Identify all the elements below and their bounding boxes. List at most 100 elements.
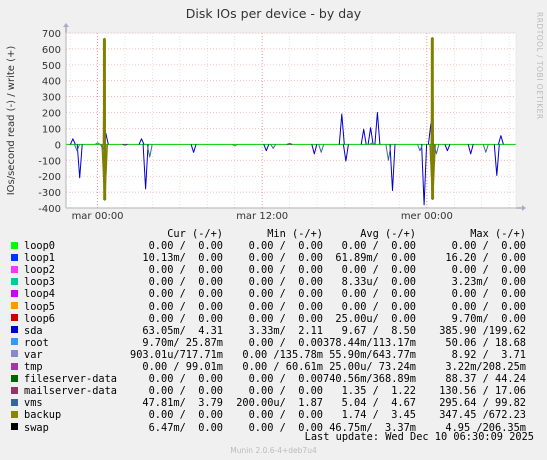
backup-spike-bar [431, 144, 435, 200]
legend-min-value: 0.00 / 0.00 [248, 409, 323, 422]
legend-min-value: 0.00 / 0.00 [248, 312, 323, 325]
legend-avg-value: 5.04 / 4.67 [341, 397, 416, 410]
legend-color-swatch [11, 277, 18, 285]
legend-min-value: 0.00 / 0.00 [248, 373, 323, 386]
legend-max-value: 295.64 / 99.82 [439, 397, 526, 410]
legend-header-avg: Avg (-/+) [360, 228, 416, 240]
legend-cur-value: 0.00 / 0.00 [148, 276, 223, 289]
legend-avg-value: 61.89m/ 0.00 [335, 252, 416, 265]
legend-min-value: 3.33m/ 2.11 [248, 324, 323, 337]
legend-row: mailserver-data 0.00 / 0.00 0.00 / 0.00 1.3… [11, 385, 526, 397]
legend-min-value: 0.00 / 60.61m [242, 361, 323, 374]
legend-series-label: loop1 [24, 252, 55, 265]
legend-series-name: root [11, 337, 123, 349]
legend-color-swatch [11, 265, 18, 273]
legend-row: loop5 0.00 / 0.00 0.00 / 0.00 0.00 / 0.00 0.… [11, 301, 526, 313]
legend-cur-value: 903.01u/717.71m [130, 348, 223, 361]
legend-max-value: 0.00 / 0.00 [451, 288, 526, 301]
legend-series-name: backup [11, 409, 123, 421]
legend-cur-value: 0.00 / 0.00 [148, 409, 223, 422]
legend-cur-value: 0.00 / 0.00 [148, 300, 223, 313]
legend-min-value: 0.00 / 0.00 [248, 300, 323, 313]
last-update-text: Last update: Wed Dec 10 06:30:09 2025 [304, 431, 534, 443]
legend-color-swatch [11, 289, 18, 297]
legend-cur-value: 0.00 / 0.00 [148, 288, 223, 301]
legend-series-label: loop6 [24, 312, 55, 325]
legend-cur-value: 6.47m/ 0.00 [148, 421, 223, 434]
y-tick-label: -400 [38, 204, 61, 215]
legend-series-label: loop4 [24, 288, 55, 301]
legend-series-label: loop0 [24, 240, 55, 253]
legend-cur-value: 47.81m/ 3.79 [142, 397, 223, 410]
legend-cur-value: 63.05m/ 4.31 [142, 324, 223, 337]
legend-series-name: loop2 [11, 264, 123, 276]
legend-avg-value: 740.56m/368.89m [323, 373, 416, 386]
legend-avg-value: 1.74 / 3.45 [341, 409, 416, 422]
y-tick-label: -200 [38, 172, 61, 183]
legend-avg-value: 0.00 / 0.00 [341, 300, 416, 313]
legend-min-value: 0.00 / 0.00 [248, 288, 323, 301]
legend-avg-value: 0.00 / 0.00 [341, 264, 416, 277]
y-tick-label: 400 [42, 77, 61, 88]
chart-svg: -400 -300 -200 -100 0 100 200 300 400 500 600 700 ma… [6, 23, 526, 222]
legend-min-value: 0.00 / 0.00 [248, 240, 323, 253]
legend-color-swatch [11, 386, 18, 394]
legend-series-label: vms [24, 397, 43, 410]
legend-avg-value: 9.67 / 8.50 [341, 324, 416, 337]
legend-min-value: 0.00 /135.78m [242, 348, 323, 361]
legend-color-swatch [11, 314, 18, 322]
legend-min-value: 200.00u/ 1.87 [236, 397, 323, 410]
x-tick-label: mar 12:00 [236, 211, 288, 222]
legend-cur-value: 0.00 / 99.01m [142, 361, 223, 374]
legend-color-swatch [11, 374, 18, 382]
legend-avg-value: 378.44m/113.17m [323, 336, 416, 349]
legend-color-swatch [11, 253, 18, 261]
plot-area [66, 33, 516, 208]
legend-series-label: loop2 [24, 264, 55, 277]
y-tick-label: 0 [55, 140, 61, 151]
legend-series-name: swap [11, 422, 123, 434]
legend-cur-value: 0.00 / 0.00 [148, 385, 223, 398]
legend-cur-value: 9.70m/ 25.87m [142, 336, 223, 349]
legend-series-name: vms [11, 397, 123, 409]
legend-series-label: var [24, 348, 43, 361]
legend-series-name: fileserver-data [11, 373, 123, 385]
legend-max-value: 347.45 /672.23 [439, 409, 526, 422]
legend-cur-value: 0.00 / 0.00 [148, 264, 223, 277]
legend-avg-value: 55.90m/643.77m [329, 348, 416, 361]
legend-max-value: 3.22m/208.25m [445, 361, 526, 374]
legend-cur-value: 0.00 / 0.00 [148, 240, 223, 253]
legend-color-swatch [11, 362, 18, 370]
legend-header-blank [11, 228, 123, 240]
legend-series-name: loop3 [11, 276, 123, 288]
legend-cur-value: 10.13m/ 0.00 [142, 252, 223, 265]
backup-spike-bar [430, 37, 434, 145]
legend-max-value: 50.06 / 18.68 [445, 336, 526, 349]
legend-max-value: 8.92 / 3.71 [451, 348, 526, 361]
x-tick-label: mar 00:00 [72, 211, 124, 222]
legend-avg-value: 0.00 / 0.00 [341, 288, 416, 301]
legend-series-name: loop0 [11, 240, 123, 252]
legend-row: var 903.01u/717.71m 0.00 /135.78m 55.90m/64… [11, 349, 526, 361]
legend-min-value: 0.00 / 0.00 [248, 264, 323, 277]
legend-header-min: Min (-/+) [267, 228, 323, 240]
legend-series-name: tmp [11, 361, 123, 373]
legend-series-name: sda [11, 325, 123, 337]
legend-row: loop6 0.00 / 0.00 0.00 / 0.00 25.00u/ 0.00 9… [11, 313, 526, 325]
legend-max-value: 3.23m/ 0.00 [451, 276, 526, 289]
legend-avg-value: 1.35 / 1.22 [341, 385, 416, 398]
legend-row: backup 0.00 / 0.00 0.00 / 0.00 1.74 / 3.45 3… [11, 409, 526, 421]
backup-spike-bar [102, 38, 106, 145]
legend-max-value: 385.90 /199.62 [439, 324, 526, 337]
legend-min-value: 0.00 / 0.00 [248, 385, 323, 398]
legend-max-value: 0.00 / 0.00 [451, 240, 526, 253]
legend-color-swatch [11, 326, 18, 334]
legend-row: loop2 0.00 / 0.00 0.00 / 0.00 0.00 / 0.00 0.… [11, 264, 526, 276]
legend-series-label: backup [24, 409, 62, 422]
legend-row: loop1 10.13m/ 0.00 0.00 / 0.00 61.89m/ 0.00… [11, 252, 526, 264]
legend-row: loop3 0.00 / 0.00 0.00 / 0.00 8.33u/ 0.00 3.… [11, 276, 526, 288]
legend-avg-value: 25.00u/ 0.00 [335, 312, 416, 325]
y-axis-label: IOs/second read (-) / write (+) [6, 46, 17, 196]
legend-row: vms 47.81m/ 3.79 200.00u/ 1.87 5.04 / 4.67 2… [11, 397, 526, 409]
backup-spike-bar [103, 144, 107, 201]
